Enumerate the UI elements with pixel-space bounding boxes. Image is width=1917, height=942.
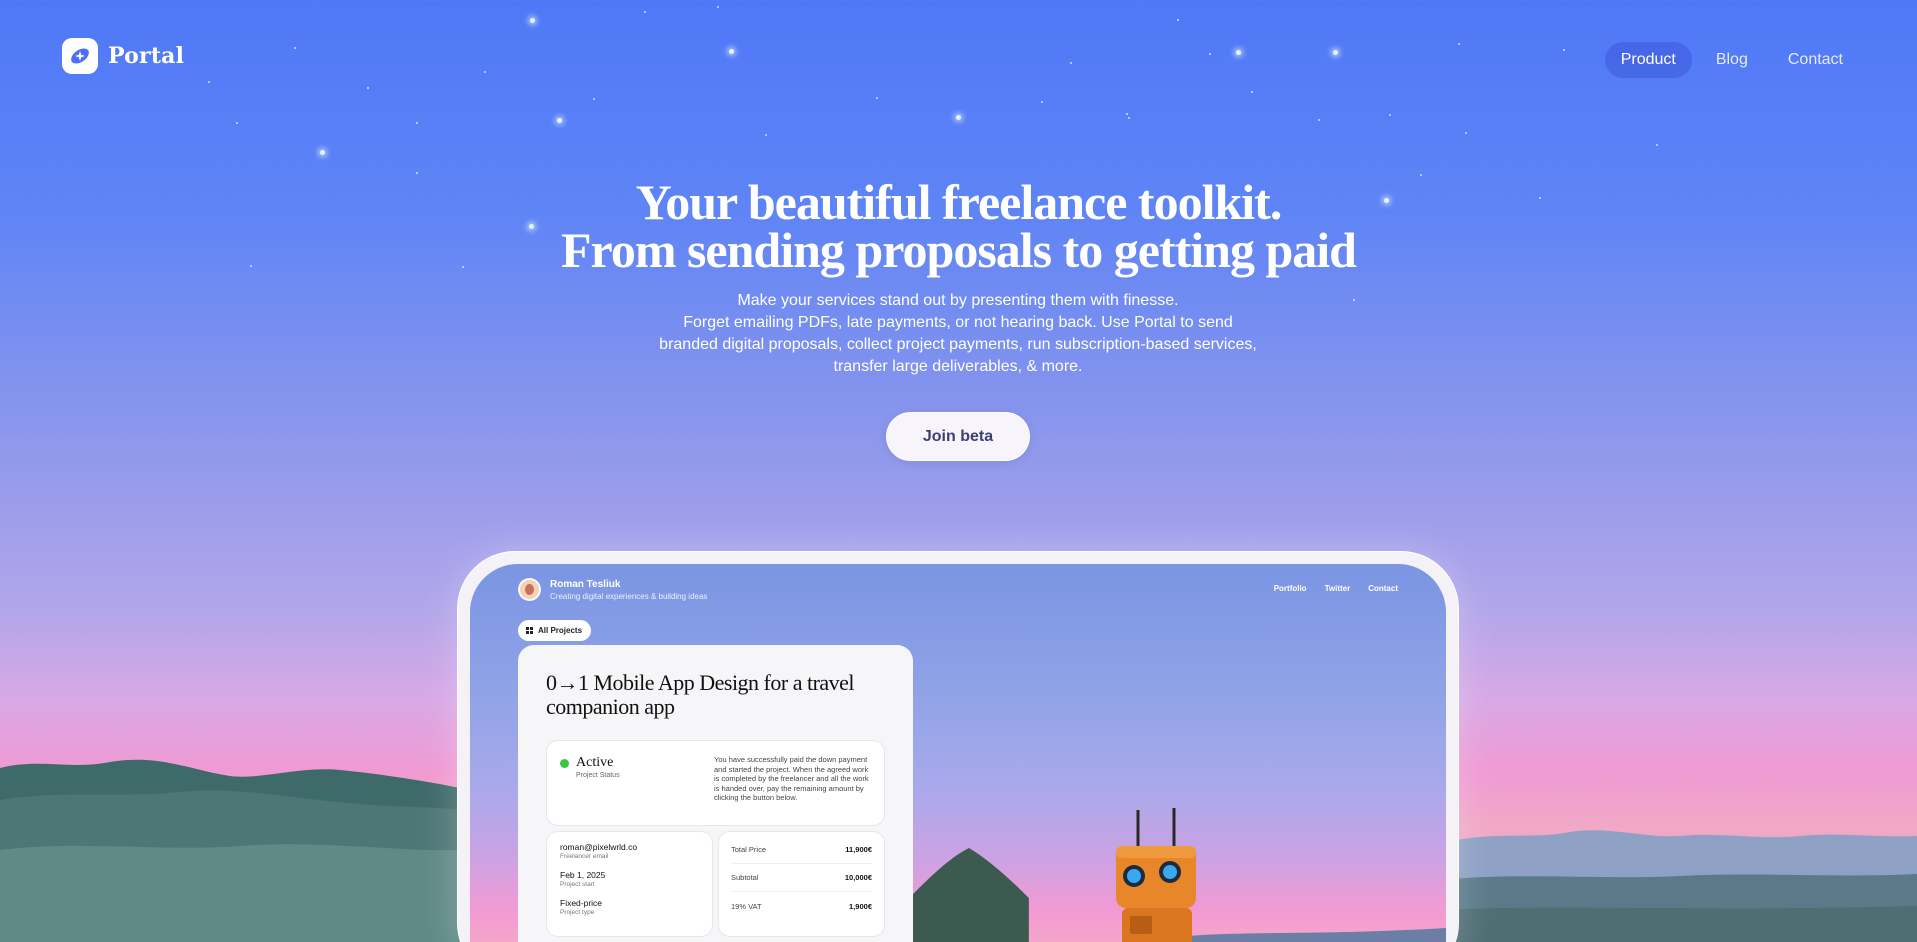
pricing-panel: Total Price 11,900€ Subtotal 10,000€ 19%… [718, 831, 885, 937]
info-label: Project type [560, 909, 595, 916]
info-email: roman@pixelwrld.co Freelancer email [560, 842, 699, 860]
preview-nav: Portfolio Twitter Contact [1274, 584, 1398, 593]
portal-logo-icon [62, 38, 98, 74]
preview-nav-portfolio[interactable]: Portfolio [1274, 584, 1307, 593]
top-nav: Product Blog Contact [1604, 42, 1859, 78]
hero-subtitle-line-1: Make your services stand out by presenti… [737, 292, 1179, 309]
join-beta-button[interactable]: Join beta [886, 412, 1030, 461]
hero-subtitle-line-2: Forget emailing PDFs, late payments, or … [659, 314, 1257, 375]
grid-icon [526, 627, 533, 634]
freelancer-profile: Roman Tesliuk Creating digital experienc… [518, 578, 707, 601]
project-title: 0→1 Mobile App Design for a travel compa… [546, 670, 855, 719]
price-value: 1,900€ [849, 901, 872, 911]
status-description: You have successfully paid the down paym… [714, 755, 869, 803]
price-label: 19% VAT [731, 901, 762, 911]
price-row-subtotal: Subtotal 10,000€ [731, 864, 872, 892]
nav-blog[interactable]: Blog [1700, 42, 1764, 78]
preview-nav-twitter[interactable]: Twitter [1325, 584, 1351, 593]
brand-logo[interactable]: Portal [62, 38, 184, 74]
info-label: Project start [560, 881, 595, 888]
info-value: roman@pixelwrld.co [560, 842, 638, 852]
robot-illustration [1116, 808, 1196, 942]
brand-name: Portal [108, 43, 185, 69]
project-card: 0→1 Mobile App Design for a travel compa… [518, 645, 913, 942]
info-label: Freelancer email [560, 853, 609, 860]
nav-product[interactable]: Product [1604, 42, 1692, 78]
price-label: Subtotal [731, 873, 759, 882]
avatar [518, 578, 541, 601]
preview-nav-contact[interactable]: Contact [1368, 584, 1398, 593]
info-value: Fixed-price [560, 898, 603, 908]
freelancer-name: Roman Tesliuk [550, 578, 621, 590]
project-status-panel: Active Project Status You have successfu… [546, 740, 885, 826]
price-row-vat: 19% VAT 1,900€ [731, 892, 872, 920]
info-value: Feb 1, 2025 [560, 870, 606, 880]
info-start: Feb 1, 2025 Project start [560, 870, 699, 888]
app-preview-device: Roman Tesliuk Creating digital experienc… [457, 551, 1459, 942]
freelancer-tagline: Creating digital experiences & building … [550, 591, 708, 601]
price-label: Total Price [731, 845, 767, 854]
nav-contact[interactable]: Contact [1772, 42, 1859, 78]
price-value: 10,000€ [844, 873, 872, 882]
hero-subtitle: Make your services stand out by presenti… [658, 290, 1258, 378]
app-preview-screen: Roman Tesliuk Creating digital experienc… [470, 564, 1446, 942]
hero-title: Your beautiful freelance toolkit. From s… [0, 177, 1917, 275]
status-dot-icon [560, 759, 569, 768]
all-projects-button[interactable]: All Projects [518, 620, 592, 641]
info-type: Fixed-price Project type [560, 898, 699, 916]
all-projects-label: All Projects [538, 626, 583, 635]
status-label: Active [576, 755, 614, 770]
price-row-total: Total Price 11,900€ [731, 836, 872, 864]
hero-title-line-2: From sending proposals to getting paid [560, 222, 1357, 278]
price-value: 11,900€ [845, 845, 872, 854]
project-info-panel: roman@pixelwrld.co Freelancer email Feb … [546, 831, 713, 937]
status-sublabel: Project Status [576, 772, 620, 779]
